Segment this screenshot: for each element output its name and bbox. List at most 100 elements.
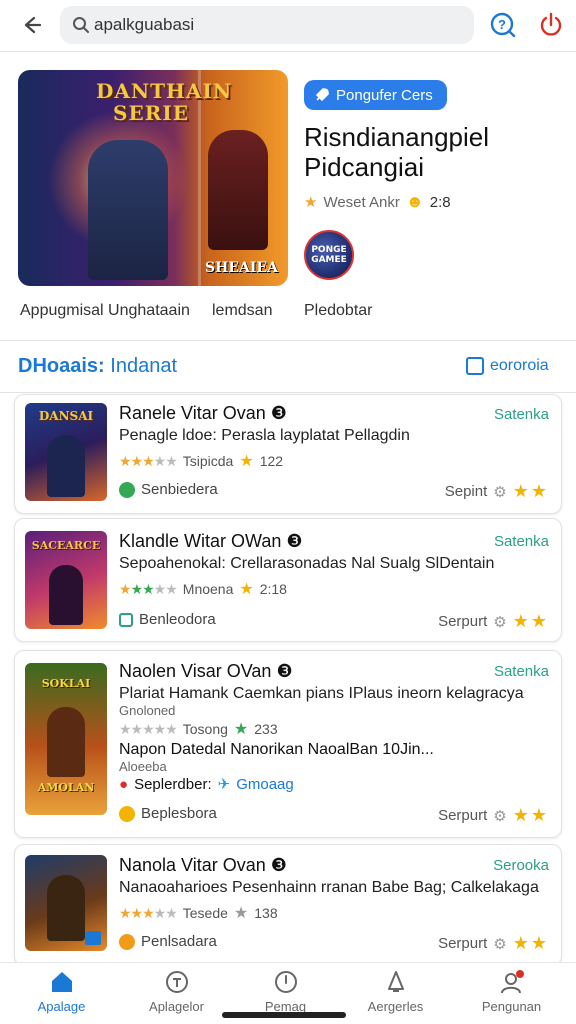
featured-corner-text: SHEAIEA [205,260,278,276]
search-input[interactable] [94,15,454,35]
featured-link-3[interactable]: Pledobtar [304,302,373,320]
game-update-sub: Aloeeba [119,759,167,774]
nav-label: Aergerles [367,999,424,1014]
nav-tab-games[interactable]: Aplagelor [119,969,234,1014]
star-icon: ★ [239,581,254,598]
game-card[interactable]: SACEARCE Klandle Witar OWan ❸ Satenka Se… [14,518,562,642]
nav-tab-home[interactable]: Apalage [4,969,119,1014]
nav-label: Aplagelor [149,999,204,1014]
star-rating-icon: ★★★★★ [119,720,178,737]
support[interactable]: Sepint ⚙ ★★ [445,481,549,502]
star-icon: ★ [233,721,249,738]
developer-icon [119,805,135,822]
search-icon [73,17,89,33]
support-label: Serpurt [438,807,488,824]
game-title[interactable]: Naolen Visar OVan ❸ [119,661,293,682]
avatar-text: PONGE GAMEE [311,245,347,265]
nav-label: Pengunan [481,999,542,1014]
section-title: DHoaais: Indanat [18,355,177,378]
sponsor-link[interactable]: Gmoaag [236,776,294,793]
section-title-rest: Indanat [110,355,177,377]
featured-meta-text: Weset Ankr [323,193,400,211]
developer-icon [119,481,135,498]
featured-section: DANTHAIN SERIE SHEAIEA Pongufer Cers Ris… [18,70,558,340]
rating-text: Mnoena [182,581,234,597]
developer-icon [119,612,133,627]
help-search-icon: ? [490,12,516,38]
game-title[interactable]: Nanola Vitar Ovan ❸ [119,855,287,876]
game-tag[interactable]: Serooka [493,857,549,874]
support[interactable]: Serpurt ⚙ ★★ [438,805,549,826]
game-tag[interactable]: Satenka [494,663,549,680]
game-description: Plariat Hamank Caemkan pians IPlaus ineo… [119,685,524,702]
rating-number: 2:18 [259,581,287,597]
developer-avatar[interactable]: PONGE GAMEE [304,230,354,280]
gold-stars-icon: ★★ [512,805,549,825]
game-thumbnail: SOKLAI AMOLAN [25,663,107,815]
support-label: Serpurt [438,613,488,630]
game-subdescription: Gnoloned [119,703,176,718]
help-button[interactable]: ? [488,10,518,40]
rating-text: Tsipicda [182,453,234,469]
support[interactable]: Serpurt ⚙ ★★ [438,933,549,954]
divider [0,392,576,393]
home-indicator[interactable] [222,1012,346,1018]
verified-icon: ❸ [276,661,293,681]
game-sponsor: ● Seplerdber: ✈ Gmoaag [119,775,294,794]
top-bar: ? [0,0,576,52]
game-title[interactable]: Klandle Witar OWan ❸ [119,531,303,552]
verified-icon: ❸ [270,403,287,423]
game-description: Sepoahenokal: Crellarasonadas Nal Sualg … [119,555,495,572]
game-tag[interactable]: Satenka [494,406,549,423]
rocket-icon [315,88,329,102]
nav-tab-recent[interactable]: Pemag [228,969,343,1014]
game-card[interactable]: SOKLAI AMOLAN Naolen Visar OVan ❸ Satenk… [14,650,562,838]
featured-title[interactable]: Risndianangpiel Pidcangiai [304,122,554,182]
featured-link-1[interactable]: Appugmisal Unghataain [20,302,190,320]
rating-text: Tosong [182,721,228,737]
clock-icon [274,971,297,993]
game-card[interactable]: DANSAI Ranele Vitar Ovan ❸ Satenka Penag… [14,394,562,514]
nav-label: Apalage [37,999,86,1014]
gear-icon: ⚙ [493,807,507,825]
featured-meta: ★ Weset Ankr ☻ 2:8 [304,192,451,212]
game-thumbnail: SACEARCE [25,531,107,629]
sponsor-label: Seplerdber: [134,775,212,793]
back-button[interactable] [16,10,46,40]
gold-stars-icon: ★★ [512,933,549,953]
bell-icon [387,971,404,992]
game-title[interactable]: Ranele Vitar Ovan ❸ [119,403,287,424]
gear-icon: ⚙ [493,483,507,501]
support[interactable]: Serpurt ⚙ ★★ [438,611,549,632]
game-rating: ★★★★★ Tesede ★ 138 [119,903,278,923]
rating-number: 138 [254,905,278,921]
developer[interactable]: Penlsadara [119,933,217,950]
developer-name: Benleodora [139,611,216,628]
gold-stars-icon: ★★ [512,611,549,631]
star-rating-icon: ★★★★★ [119,452,178,469]
section-checkbox[interactable]: eororoia [466,357,549,375]
home-icon [51,972,72,992]
developer[interactable]: Beplesbora [119,805,217,822]
rating-number: 233 [254,721,278,737]
featured-badge[interactable]: Pongufer Cers [304,80,447,110]
featured-banner-image[interactable]: DANTHAIN SERIE SHEAIEA [18,70,288,286]
verified-icon: ❸ [286,531,303,551]
developer-name: Penlsadara [141,933,217,950]
featured-link-2[interactable]: lemdsan [212,302,272,320]
star-icon: ★ [233,905,249,922]
developer[interactable]: Benleodora [119,611,216,628]
search-bar[interactable] [60,6,474,44]
nav-tab-profile[interactable]: Pengunan [454,969,569,1014]
developer[interactable]: Senbiedera [119,481,218,498]
rating-number: 122 [259,453,284,469]
game-tag[interactable]: Satenka [494,533,549,550]
support-label: Serpurt [438,935,488,952]
game-card[interactable]: Nanola Vitar Ovan ❸ Serooka Nanaoaharioe… [14,844,562,966]
game-rating: ★★★★★ Mnoena ★ 2:18 [119,579,287,599]
game-thumbnail [25,855,107,951]
verified-icon: ❸ [270,855,287,875]
featured-game-logo: DANTHAIN SERIE [96,79,233,125]
power-button[interactable] [536,10,566,40]
nav-tab-alerts[interactable]: Aergerles [338,969,453,1014]
